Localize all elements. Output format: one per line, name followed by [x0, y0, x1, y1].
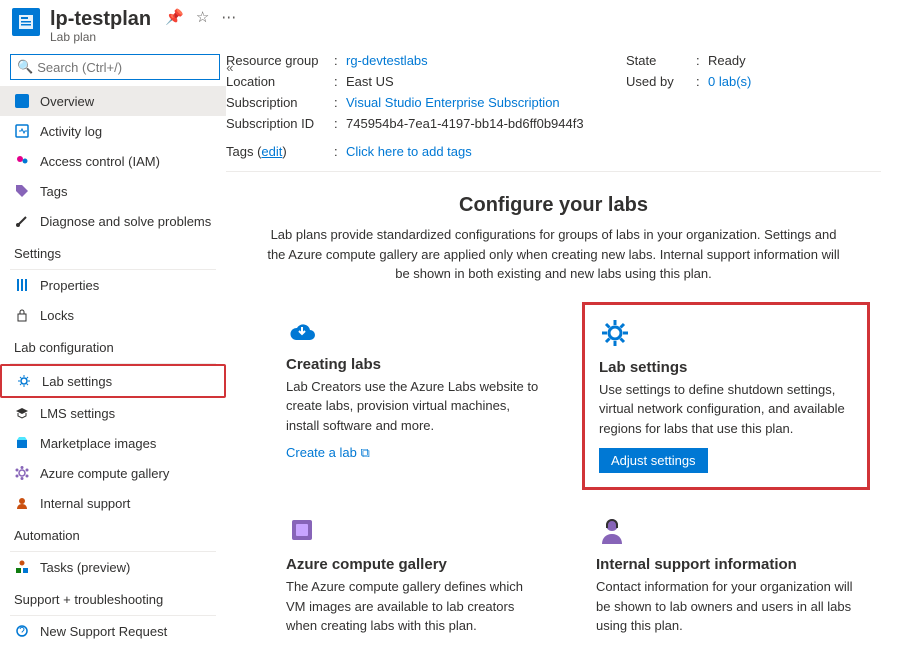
sidebar-section-settings: Settings [0, 236, 226, 265]
tasks-icon [14, 559, 30, 575]
sidebar-section-automation: Automation [0, 518, 226, 547]
sidebar-item-label: Tags [40, 184, 67, 199]
overview-icon [14, 93, 30, 109]
sidebar-item-label: Activity log [40, 124, 102, 139]
sidebar-item-overview[interactable]: Overview [0, 86, 226, 116]
sidebar-item-label: Access control (IAM) [40, 154, 160, 169]
card-gallery: Azure compute gallery The Azure compute … [286, 514, 546, 636]
properties-icon [14, 277, 30, 293]
card-support: Internal support information Contact inf… [596, 514, 856, 636]
usedby-value[interactable]: 0 lab(s) [708, 74, 751, 89]
divider [226, 171, 881, 172]
card-title: Lab settings [599, 359, 853, 376]
gallery-icon [14, 465, 30, 481]
sidebar-item-label: Internal support [40, 496, 130, 511]
card-title: Azure compute gallery [286, 556, 546, 573]
lms-icon [14, 405, 30, 421]
card-desc: Contact information for your organizatio… [596, 577, 856, 636]
highlight-card-labsettings: Lab settings Use settings to define shut… [582, 302, 870, 491]
search-input-wrap[interactable]: 🔍 [10, 54, 220, 80]
create-lab-link[interactable]: Create a lab ⧉ [286, 445, 370, 461]
diagnose-icon [14, 213, 30, 229]
sidebar-item-properties[interactable]: Properties [0, 270, 226, 300]
subid-label: Subscription ID [226, 116, 334, 131]
subid-value: 745954b4-7ea1-4197-bb14-bd6ff0b944f3 [346, 116, 584, 131]
sidebar-item-label: Diagnose and solve problems [40, 214, 211, 229]
sidebar-item-labsettings[interactable]: Lab settings [2, 366, 224, 396]
sidebar-item-tasks[interactable]: Tasks (preview) [0, 552, 226, 582]
gear-icon [599, 317, 631, 349]
marketplace-icon [14, 435, 30, 451]
tags-label: Tags (edit) [226, 144, 334, 159]
search-icon: 🔍 [17, 59, 33, 75]
tags-edit-link[interactable]: edit [261, 144, 282, 159]
configure-desc: Lab plans provide standardized configura… [266, 225, 841, 284]
sidebar-item-gallery[interactable]: Azure compute gallery [0, 458, 226, 488]
state-value: Ready [708, 53, 746, 68]
usedby-label: Used by [626, 74, 696, 89]
loc-value: East US [346, 74, 394, 89]
sidebar-item-tags[interactable]: Tags [0, 176, 226, 206]
loc-label: Location [226, 74, 334, 89]
page-title: lp-testplan [50, 8, 151, 30]
sidebar-item-label: Tasks (preview) [40, 560, 130, 575]
sidebar-item-label: New Support Request [40, 624, 167, 639]
page-header: lp-testplan Lab plan 📌 ☆ ⋯ [0, 0, 897, 46]
sidebar-item-label: Locks [40, 308, 74, 323]
sidebar-item-label: Azure compute gallery [40, 466, 169, 481]
state-label: State [626, 53, 696, 68]
card-title: Creating labs [286, 356, 546, 373]
page-subtitle: Lab plan [50, 30, 151, 44]
gallery-icon [286, 514, 318, 546]
configure-title: Configure your labs [266, 194, 841, 217]
sidebar-section-support: Support + troubleshooting [0, 582, 226, 611]
card-creating-labs: Creating labs Lab Creators use the Azure… [286, 314, 546, 477]
sidebar-item-support[interactable]: Internal support [0, 488, 226, 518]
labplan-icon [12, 8, 40, 36]
cloud-icon [286, 314, 318, 346]
card-desc: The Azure compute gallery defines which … [286, 577, 546, 636]
rg-label: Resource group [226, 53, 334, 68]
support-icon [14, 495, 30, 511]
sidebar-item-diagnose[interactable]: Diagnose and solve problems [0, 206, 226, 236]
rg-value[interactable]: rg-devtestlabs [346, 53, 428, 68]
sidebar-item-iam[interactable]: Access control (IAM) [0, 146, 226, 176]
sidebar-item-label: Marketplace images [40, 436, 156, 451]
gear-icon [16, 373, 32, 389]
sidebar-item-label: Properties [40, 278, 99, 293]
card-desc: Use settings to define shutdown settings… [599, 380, 853, 439]
header-text: lp-testplan Lab plan [50, 8, 151, 44]
sidebar-item-label: Overview [40, 94, 94, 109]
tags-value[interactable]: Click here to add tags [346, 144, 472, 159]
tag-icon [14, 183, 30, 199]
sub-value[interactable]: Visual Studio Enterprise Subscription [346, 95, 560, 110]
highlight-labsettings: Lab settings [0, 364, 226, 398]
sidebar-item-locks[interactable]: Locks [0, 300, 226, 330]
favorite-icon[interactable]: ☆ [196, 8, 209, 26]
sidebar-item-activity[interactable]: Activity log [0, 116, 226, 146]
search-input[interactable] [37, 60, 213, 75]
sidebar: 🔍 « Overview Activity log Access control… [0, 46, 226, 656]
sidebar-section-labconfig: Lab configuration [0, 330, 226, 359]
card-lab-settings: Lab settings Use settings to define shut… [596, 314, 856, 477]
main-content: Resource group : rg-devtestlabs State : … [226, 46, 897, 656]
pin-icon[interactable]: 📌 [165, 8, 184, 26]
sub-label: Subscription [226, 95, 334, 110]
support-person-icon [596, 514, 628, 546]
card-desc: Lab Creators use the Azure Labs website … [286, 377, 546, 436]
adjust-settings-button[interactable]: Adjust settings [599, 448, 708, 473]
sidebar-item-lms[interactable]: LMS settings [0, 398, 226, 428]
lock-icon [14, 307, 30, 323]
iam-icon [14, 153, 30, 169]
sidebar-item-marketplace[interactable]: Marketplace images [0, 428, 226, 458]
sidebar-item-label: LMS settings [40, 406, 115, 421]
newsupport-icon [14, 623, 30, 639]
card-title: Internal support information [596, 556, 856, 573]
sidebar-item-newsupport[interactable]: New Support Request [0, 616, 226, 646]
sidebar-item-label: Lab settings [42, 374, 112, 389]
external-link-icon: ⧉ [360, 445, 369, 460]
more-icon[interactable]: ⋯ [221, 8, 236, 26]
activity-icon [14, 123, 30, 139]
